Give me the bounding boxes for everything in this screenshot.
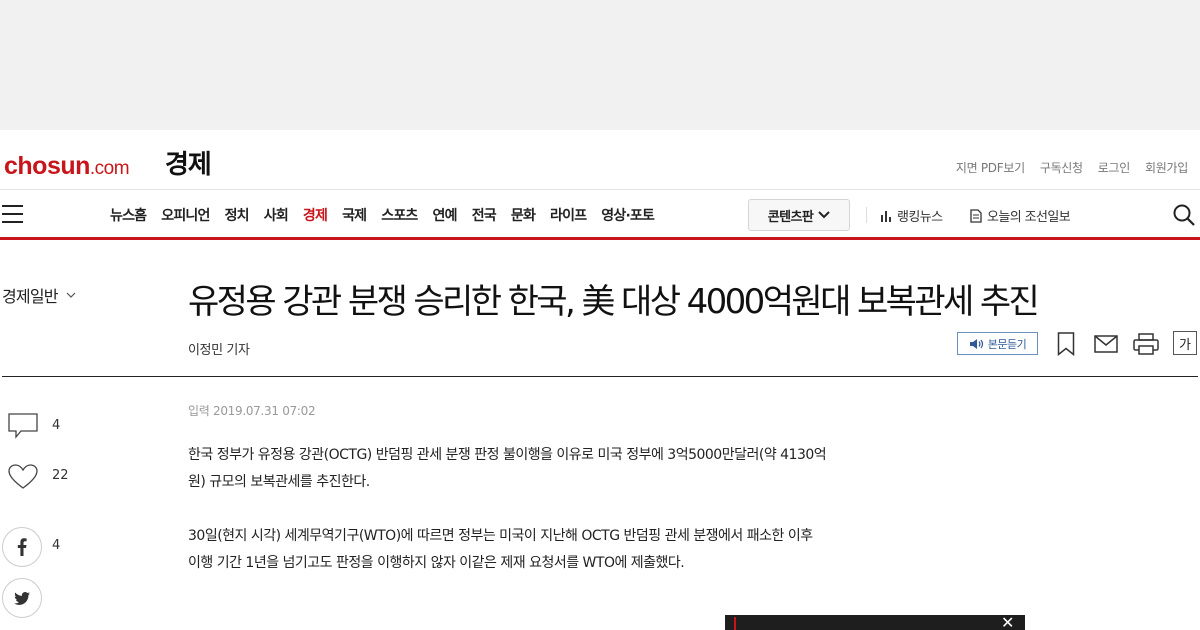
global-nav: 뉴스홈 오피니언 정치 사회 경제 국제 스포츠 연예 전국 문화 라이프 영상… <box>0 191 1200 240</box>
twitter-share-button[interactable] <box>2 578 42 618</box>
bookmark-icon[interactable] <box>1057 332 1075 360</box>
nav-item-opinion[interactable]: 오피니언 <box>161 205 210 225</box>
nav-item-politics[interactable]: 정치 <box>225 205 250 225</box>
article-headline: 유정용 강관 분쟁 승리한 한국, 美 대상 4000억원대 보복관세 추진 <box>188 282 1040 322</box>
nav-item-life[interactable]: 라이프 <box>550 205 587 225</box>
comment-count: 4 <box>52 418 61 433</box>
chevron-down-icon <box>66 292 76 298</box>
article-paragraph: 30일(현지 시각) 세계무역기구(WTO)에 따르면 정부는 미국이 지난해 … <box>188 528 813 571</box>
pdf-link[interactable]: 지면 PDF보기 <box>956 159 1025 176</box>
logo-main: chosun <box>4 152 90 180</box>
listen-article-button[interactable]: 본문듣기 <box>957 332 1038 355</box>
twitter-icon <box>14 591 30 605</box>
ranking-news-link[interactable]: 랭킹뉴스 <box>880 206 943 225</box>
listen-article-label: 본문듣기 <box>987 337 1027 351</box>
nav-item-society[interactable]: 사회 <box>264 205 289 225</box>
comment-icon[interactable] <box>8 413 38 439</box>
nav-item-entertainment[interactable]: 연예 <box>433 205 458 225</box>
ranking-news-label: 랭킹뉴스 <box>897 210 943 225</box>
nav-item-culture[interactable]: 문화 <box>511 205 536 225</box>
close-icon[interactable]: ✕ <box>1001 615 1014 630</box>
contents-button[interactable]: 콘텐츠판 <box>748 199 850 231</box>
signup-link[interactable]: 회원가입 <box>1145 159 1188 176</box>
like-heart-icon[interactable] <box>8 464 38 490</box>
chevron-down-icon <box>818 211 830 219</box>
article-body: 한국 정부가 유정용 강관(OCTG) 반덤핑 관세 분쟁 판정 불이행을 이유… <box>188 442 828 604</box>
contents-button-label: 콘텐츠판 <box>767 209 814 225</box>
facebook-share-count: 4 <box>52 538 61 553</box>
print-icon[interactable] <box>1133 333 1159 359</box>
nav-item-national[interactable]: 전국 <box>472 205 497 225</box>
login-link[interactable]: 로그인 <box>1098 159 1131 176</box>
like-count: 22 <box>52 468 69 483</box>
article-paragraph: 한국 정부가 유정용 강관(OCTG) 반덤핑 관세 분쟁 판정 불이행을 이유… <box>188 447 827 490</box>
menu-icon[interactable] <box>2 205 23 223</box>
search-icon[interactable] <box>1172 203 1196 231</box>
article-byline[interactable]: 이정민 기자 <box>188 339 250 358</box>
subscribe-link[interactable]: 구독신청 <box>1040 159 1083 176</box>
email-icon[interactable] <box>1094 335 1118 357</box>
nav-item-economy[interactable]: 경제 <box>303 205 328 225</box>
ad-banner-area <box>0 0 1200 130</box>
today-paper-label: 오늘의 조선일보 <box>987 210 1071 225</box>
newspaper-icon <box>970 208 982 223</box>
bar-chart-icon <box>881 210 891 222</box>
subsection-label: 경제일반 <box>2 287 58 306</box>
font-size-button[interactable]: 가 <box>1173 331 1197 355</box>
floating-video-player[interactable] <box>725 615 1025 630</box>
nav-divider <box>866 207 867 223</box>
logo-suffix: .com <box>89 158 130 179</box>
today-paper-link[interactable]: 오늘의 조선일보 <box>970 206 1071 225</box>
article-dateline: 입력 2019.07.31 07:02 <box>188 404 316 418</box>
nav-item-news-home[interactable]: 뉴스홈 <box>110 205 147 225</box>
masthead: chosun.com 경제 지면 PDF보기 구독신청 로그인 회원가입 <box>0 130 1200 190</box>
section-title[interactable]: 경제 <box>165 144 212 181</box>
nav-item-sports[interactable]: 스포츠 <box>381 205 418 225</box>
header-divider <box>2 376 1198 377</box>
site-logo[interactable]: chosun.com <box>4 152 130 181</box>
nav-item-video-photo[interactable]: 영상·포토 <box>601 205 655 225</box>
nav-menu: 뉴스홈 오피니언 정치 사회 경제 국제 스포츠 연예 전국 문화 라이프 영상… <box>110 205 655 225</box>
facebook-icon <box>17 538 27 556</box>
facebook-share-button[interactable] <box>2 527 42 567</box>
speaker-icon <box>969 338 983 349</box>
utility-links: 지면 PDF보기 구독신청 로그인 회원가입 <box>956 159 1188 176</box>
subsection-dropdown[interactable]: 경제일반 <box>2 283 76 307</box>
nav-item-international[interactable]: 국제 <box>342 205 367 225</box>
